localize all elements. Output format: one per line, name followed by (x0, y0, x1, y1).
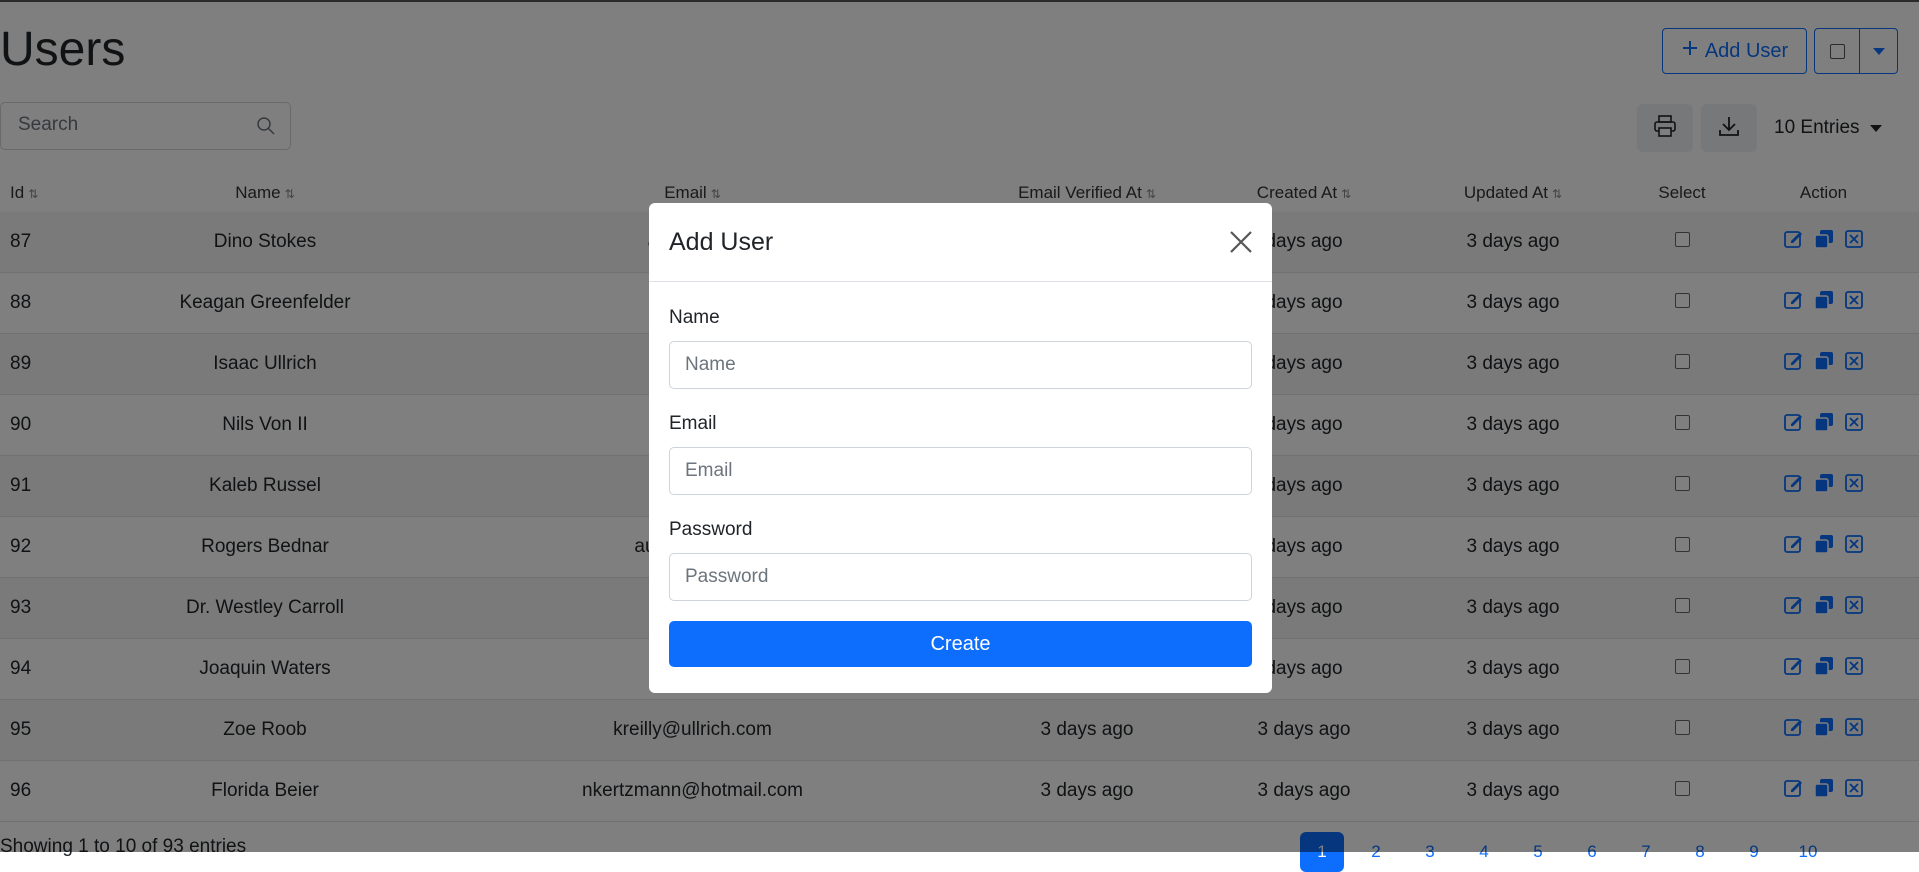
name-field[interactable] (669, 341, 1252, 389)
email-label: Email (669, 413, 717, 434)
password-label: Password (669, 519, 753, 540)
modal-body: Name Email Password Create (649, 307, 1272, 667)
add-user-modal: Add User Name Email Password Create (649, 203, 1272, 693)
close-icon[interactable] (1228, 229, 1254, 255)
name-label: Name (669, 307, 720, 328)
email-field[interactable] (669, 447, 1252, 495)
modal-header: Add User (649, 203, 1272, 282)
modal-title: Add User (669, 228, 774, 256)
password-field[interactable] (669, 553, 1252, 601)
create-button[interactable]: Create (669, 621, 1252, 667)
